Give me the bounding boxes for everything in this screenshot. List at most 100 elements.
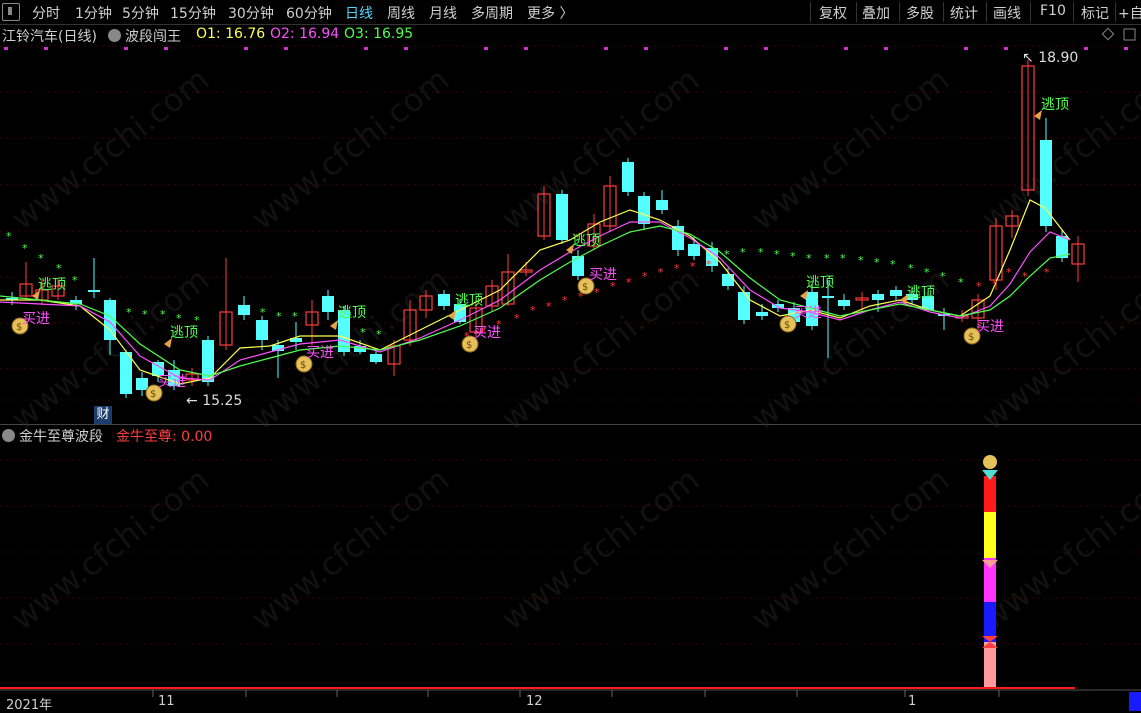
buy-signal: 买进: [589, 267, 617, 283]
window-icon: [1123, 28, 1136, 41]
top-marker: [884, 47, 888, 50]
candle-body: [88, 290, 100, 292]
stop-star-green: *: [924, 266, 930, 279]
support-star-red: *: [642, 270, 648, 283]
support-star-red: *: [1006, 266, 1012, 279]
money-bag-icon: $: [150, 389, 156, 400]
top-marker: [604, 47, 608, 50]
sell-arrow-icon: [330, 320, 338, 330]
diamond-icon: [1101, 27, 1115, 41]
bar-segment-yellow: [984, 512, 996, 558]
support-star-red: *: [546, 300, 552, 313]
support-star-red: *: [992, 278, 998, 291]
support-star-red: *: [626, 276, 632, 289]
top-marker: [1084, 47, 1088, 50]
stop-star-green: *: [292, 310, 298, 323]
time-axis-label: 12: [526, 694, 543, 709]
support-star-red: *: [706, 258, 712, 271]
buy-signal: 买进: [22, 311, 50, 327]
money-bag-icon: $: [968, 332, 974, 343]
stop-star-green: *: [958, 276, 964, 289]
top-marker: [284, 47, 288, 50]
candle-body: [136, 378, 148, 390]
stop-star-green: *: [890, 258, 896, 271]
money-bag-icon: $: [466, 340, 472, 351]
top-marker: [844, 47, 848, 50]
sell-signal: 逃顶: [907, 285, 935, 301]
kline-chart: * * * * * * * * * * * * * * * * * * * * * * * * * * * * * * * * * * * * * * * *…: [0, 27, 1141, 711]
stop-star-green: *: [908, 262, 914, 275]
support-star-red: *: [594, 286, 600, 299]
candle-body: [890, 290, 902, 296]
support-star-red: *: [1044, 266, 1050, 279]
time-axis-label: 2021年: [6, 698, 53, 713]
support-star-red: *: [690, 260, 696, 273]
top-marker: [764, 47, 768, 50]
top-marker: [484, 47, 488, 50]
bar-segment-pink: [984, 642, 996, 688]
support-star-red: *: [1022, 270, 1028, 283]
candle-body: [556, 194, 568, 240]
candle-body: [638, 196, 650, 224]
top-marker: [44, 47, 48, 50]
stop-star-green: *: [874, 256, 880, 269]
candle-body: [238, 305, 250, 315]
top-marker: [1124, 47, 1128, 50]
stop-star-green: *: [276, 310, 282, 323]
stop-star-green: *: [824, 252, 830, 265]
candle-body: [120, 352, 132, 394]
stop-star-green: *: [360, 326, 366, 339]
top-marker: [1004, 47, 1008, 50]
bar-segment-red: [984, 476, 996, 512]
buy-signal: 买进: [473, 325, 501, 341]
support-star-red: *: [976, 280, 982, 293]
top-marker: [364, 47, 368, 50]
candle-body: [872, 294, 884, 300]
stop-star-green: *: [38, 252, 44, 265]
stop-star-green: *: [858, 254, 864, 267]
candle-body: [256, 320, 268, 340]
support-star-red: *: [674, 262, 680, 275]
support-star-red: *: [658, 266, 664, 279]
candle-body: [322, 296, 334, 312]
stop-star-green: *: [774, 248, 780, 261]
sell-signal: 逃顶: [572, 233, 600, 249]
top-marker: [644, 47, 648, 50]
time-axis-label: 11: [158, 694, 175, 709]
stop-star-green: *: [6, 230, 12, 243]
sell-signal: 逃顶: [38, 277, 66, 293]
top-marker: [524, 47, 528, 50]
stop-star-green: *: [376, 328, 382, 341]
top-marker: [124, 47, 128, 50]
top-marker: [164, 47, 168, 50]
buy-signal: 买进: [794, 305, 822, 321]
sell-signal: 逃顶: [806, 275, 834, 291]
money-bag-icon: $: [784, 320, 790, 331]
finance-badge[interactable]: 财: [94, 406, 112, 424]
stop-star-green: *: [126, 306, 132, 319]
top-marker: [4, 47, 8, 50]
top-marker: [404, 47, 408, 50]
stop-star-green: *: [260, 306, 266, 319]
stop-star-green: *: [160, 308, 166, 321]
candle-body: [438, 294, 450, 306]
stop-star-green: *: [72, 274, 78, 287]
candle-body: [722, 274, 734, 286]
stop-star-green: *: [790, 250, 796, 263]
support-star-red: *: [514, 312, 520, 325]
stop-star-green: *: [22, 242, 28, 255]
sell-signal: 逃顶: [1041, 97, 1069, 113]
candle-body: [756, 312, 768, 316]
candle-body: [572, 256, 584, 276]
buy-signal: 买进: [306, 345, 334, 361]
candle-body: [822, 296, 834, 298]
top-marker: [724, 47, 728, 50]
buy-signal: 买进: [158, 374, 186, 390]
stop-star-green: *: [840, 252, 846, 265]
top-marker: [244, 47, 248, 50]
stop-star-green: *: [740, 246, 746, 259]
candle-body: [370, 354, 382, 362]
top-marker: [964, 47, 968, 50]
stop-star-green: *: [758, 246, 764, 259]
stop-star-green: *: [142, 308, 148, 321]
